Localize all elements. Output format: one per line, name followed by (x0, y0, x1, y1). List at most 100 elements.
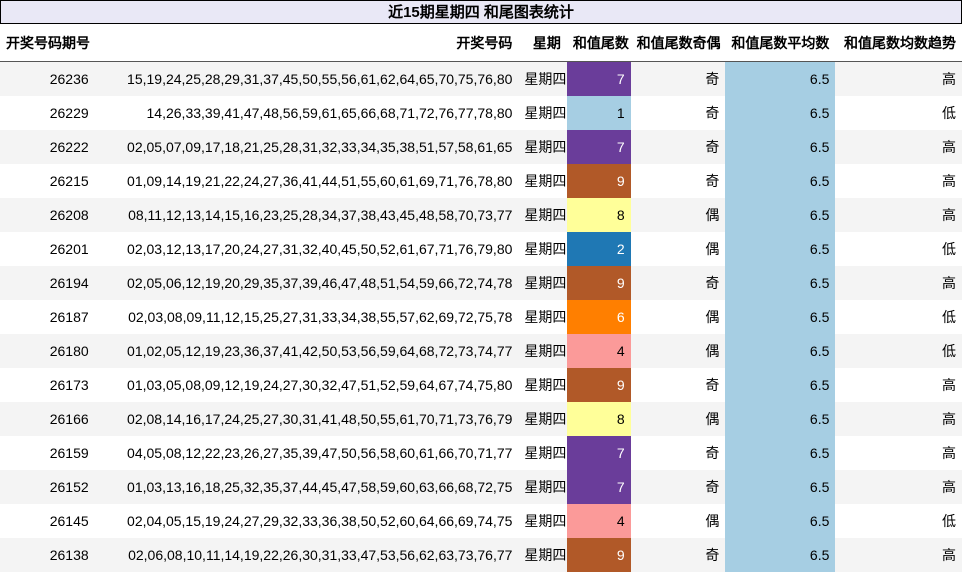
sum-tail-cell: 9 (566, 538, 631, 572)
sum-tail-cell: 8 (566, 198, 631, 232)
average-cell: 6.5 (725, 198, 836, 232)
sum-tail-cell: 7 (566, 61, 631, 96)
odd-even-cell: 偶 (630, 402, 726, 436)
sum-tail-cell: 9 (566, 368, 631, 402)
issue-cell: 26236 (0, 61, 95, 96)
table-row: 26180 01,02,05,12,19,23,36,37,41,42,50,53… (0, 334, 962, 368)
table-row: 26173 01,03,05,08,09,12,19,24,27,30,32,47… (0, 368, 962, 402)
trend-cell: 高 (835, 130, 962, 164)
header-sum-tail: 和值尾数 (566, 24, 631, 62)
trend-cell: 高 (835, 164, 962, 198)
odd-even-cell: 偶 (630, 198, 726, 232)
sum-tail-cell: 6 (566, 300, 631, 334)
table-row: 26201 02,03,12,13,17,20,24,27,31,32,40,45… (0, 232, 962, 266)
trend-cell: 低 (835, 300, 962, 334)
issue-cell: 26215 (0, 164, 95, 198)
issue-cell: 26222 (0, 130, 95, 164)
sum-tail-cell: 7 (566, 436, 631, 470)
table-row: 26208 08,11,12,13,14,15,16,23,25,28,34,37… (0, 198, 962, 232)
average-cell: 6.5 (725, 232, 836, 266)
stats-table-panel: 近15期星期四 和尾图表统计 开奖号码期号 开奖号码 星期 和值尾数 和值尾数奇… (0, 0, 962, 572)
numbers-cell: 01,02,05,12,19,23,36,37,41,42,50,53,56,5… (94, 334, 519, 368)
sum-tail-cell: 7 (566, 470, 631, 504)
numbers-cell: 02,06,08,10,11,14,19,22,26,30,31,33,47,5… (94, 538, 519, 572)
table-title: 近15期星期四 和尾图表统计 (0, 0, 962, 24)
table-row: 26222 02,05,07,09,17,18,21,25,28,31,32,33… (0, 130, 962, 164)
issue-cell: 26145 (0, 504, 95, 538)
tail-stats-table: 开奖号码期号 开奖号码 星期 和值尾数 和值尾数奇偶 和值尾数平均数 和值尾数均… (0, 24, 962, 572)
header-row: 开奖号码期号 开奖号码 星期 和值尾数 和值尾数奇偶 和值尾数平均数 和值尾数均… (0, 24, 962, 62)
weekday-cell: 星期四 (518, 61, 567, 96)
average-cell: 6.5 (725, 96, 836, 130)
issue-cell: 26194 (0, 266, 95, 300)
numbers-cell: 02,03,12,13,17,20,24,27,31,32,40,45,50,5… (94, 232, 519, 266)
average-cell: 6.5 (725, 266, 836, 300)
trend-cell: 高 (835, 402, 962, 436)
trend-cell: 高 (835, 368, 962, 402)
odd-even-cell: 奇 (630, 96, 726, 130)
average-cell: 6.5 (725, 504, 836, 538)
table-row: 26138 02,06,08,10,11,14,19,22,26,30,31,33… (0, 538, 962, 572)
sum-tail-cell: 9 (566, 164, 631, 198)
average-cell: 6.5 (725, 61, 836, 96)
table-row: 26236 15,19,24,25,28,29,31,37,45,50,55,56… (0, 61, 962, 96)
trend-cell: 高 (835, 198, 962, 232)
trend-cell: 低 (835, 232, 962, 266)
sum-tail-cell: 4 (566, 504, 631, 538)
sum-tail-cell: 8 (566, 402, 631, 436)
numbers-cell: 02,03,08,09,11,12,15,25,27,31,33,34,38,5… (94, 300, 519, 334)
issue-cell: 26152 (0, 470, 95, 504)
average-cell: 6.5 (725, 334, 836, 368)
sum-tail-cell: 2 (566, 232, 631, 266)
numbers-cell: 15,19,24,25,28,29,31,37,45,50,55,56,61,6… (94, 61, 519, 96)
weekday-cell: 星期四 (518, 402, 567, 436)
numbers-cell: 02,04,05,15,19,24,27,29,32,33,36,38,50,5… (94, 504, 519, 538)
header-odd-even: 和值尾数奇偶 (630, 24, 726, 62)
issue-cell: 26201 (0, 232, 95, 266)
header-trend: 和值尾数均数趋势 (835, 24, 962, 62)
odd-even-cell: 奇 (630, 130, 726, 164)
average-cell: 6.5 (725, 538, 836, 572)
odd-even-cell: 奇 (630, 61, 726, 96)
weekday-cell: 星期四 (518, 504, 567, 538)
issue-cell: 26166 (0, 402, 95, 436)
table-row: 26194 02,05,06,12,19,20,29,35,37,39,46,47… (0, 266, 962, 300)
weekday-cell: 星期四 (518, 334, 567, 368)
header-numbers: 开奖号码 (94, 24, 519, 62)
average-cell: 6.5 (725, 402, 836, 436)
average-cell: 6.5 (725, 130, 836, 164)
weekday-cell: 星期四 (518, 538, 567, 572)
numbers-cell: 02,05,07,09,17,18,21,25,28,31,32,33,34,3… (94, 130, 519, 164)
weekday-cell: 星期四 (518, 96, 567, 130)
weekday-cell: 星期四 (518, 300, 567, 334)
table-row: 26215 01,09,14,19,21,22,24,27,36,41,44,51… (0, 164, 962, 198)
average-cell: 6.5 (725, 368, 836, 402)
table-body: 26236 15,19,24,25,28,29,31,37,45,50,55,56… (0, 61, 962, 572)
trend-cell: 高 (835, 266, 962, 300)
odd-even-cell: 奇 (630, 266, 726, 300)
trend-cell: 高 (835, 61, 962, 96)
odd-even-cell: 奇 (630, 470, 726, 504)
weekday-cell: 星期四 (518, 232, 567, 266)
odd-even-cell: 奇 (630, 164, 726, 198)
header-weekday: 星期 (518, 24, 567, 62)
sum-tail-cell: 9 (566, 266, 631, 300)
trend-cell: 高 (835, 436, 962, 470)
issue-cell: 26180 (0, 334, 95, 368)
issue-cell: 26173 (0, 368, 95, 402)
weekday-cell: 星期四 (518, 198, 567, 232)
numbers-cell: 08,11,12,13,14,15,16,23,25,28,34,37,38,4… (94, 198, 519, 232)
weekday-cell: 星期四 (518, 266, 567, 300)
numbers-cell: 04,05,08,12,22,23,26,27,35,39,47,50,56,5… (94, 436, 519, 470)
issue-cell: 26138 (0, 538, 95, 572)
weekday-cell: 星期四 (518, 436, 567, 470)
numbers-cell: 14,26,33,39,41,47,48,56,59,61,65,66,68,7… (94, 96, 519, 130)
odd-even-cell: 奇 (630, 538, 726, 572)
weekday-cell: 星期四 (518, 164, 567, 198)
trend-cell: 低 (835, 504, 962, 538)
trend-cell: 低 (835, 334, 962, 368)
weekday-cell: 星期四 (518, 368, 567, 402)
table-row: 26166 02,08,14,16,17,24,25,27,30,31,41,48… (0, 402, 962, 436)
table-row: 26145 02,04,05,15,19,24,27,29,32,33,36,38… (0, 504, 962, 538)
average-cell: 6.5 (725, 470, 836, 504)
